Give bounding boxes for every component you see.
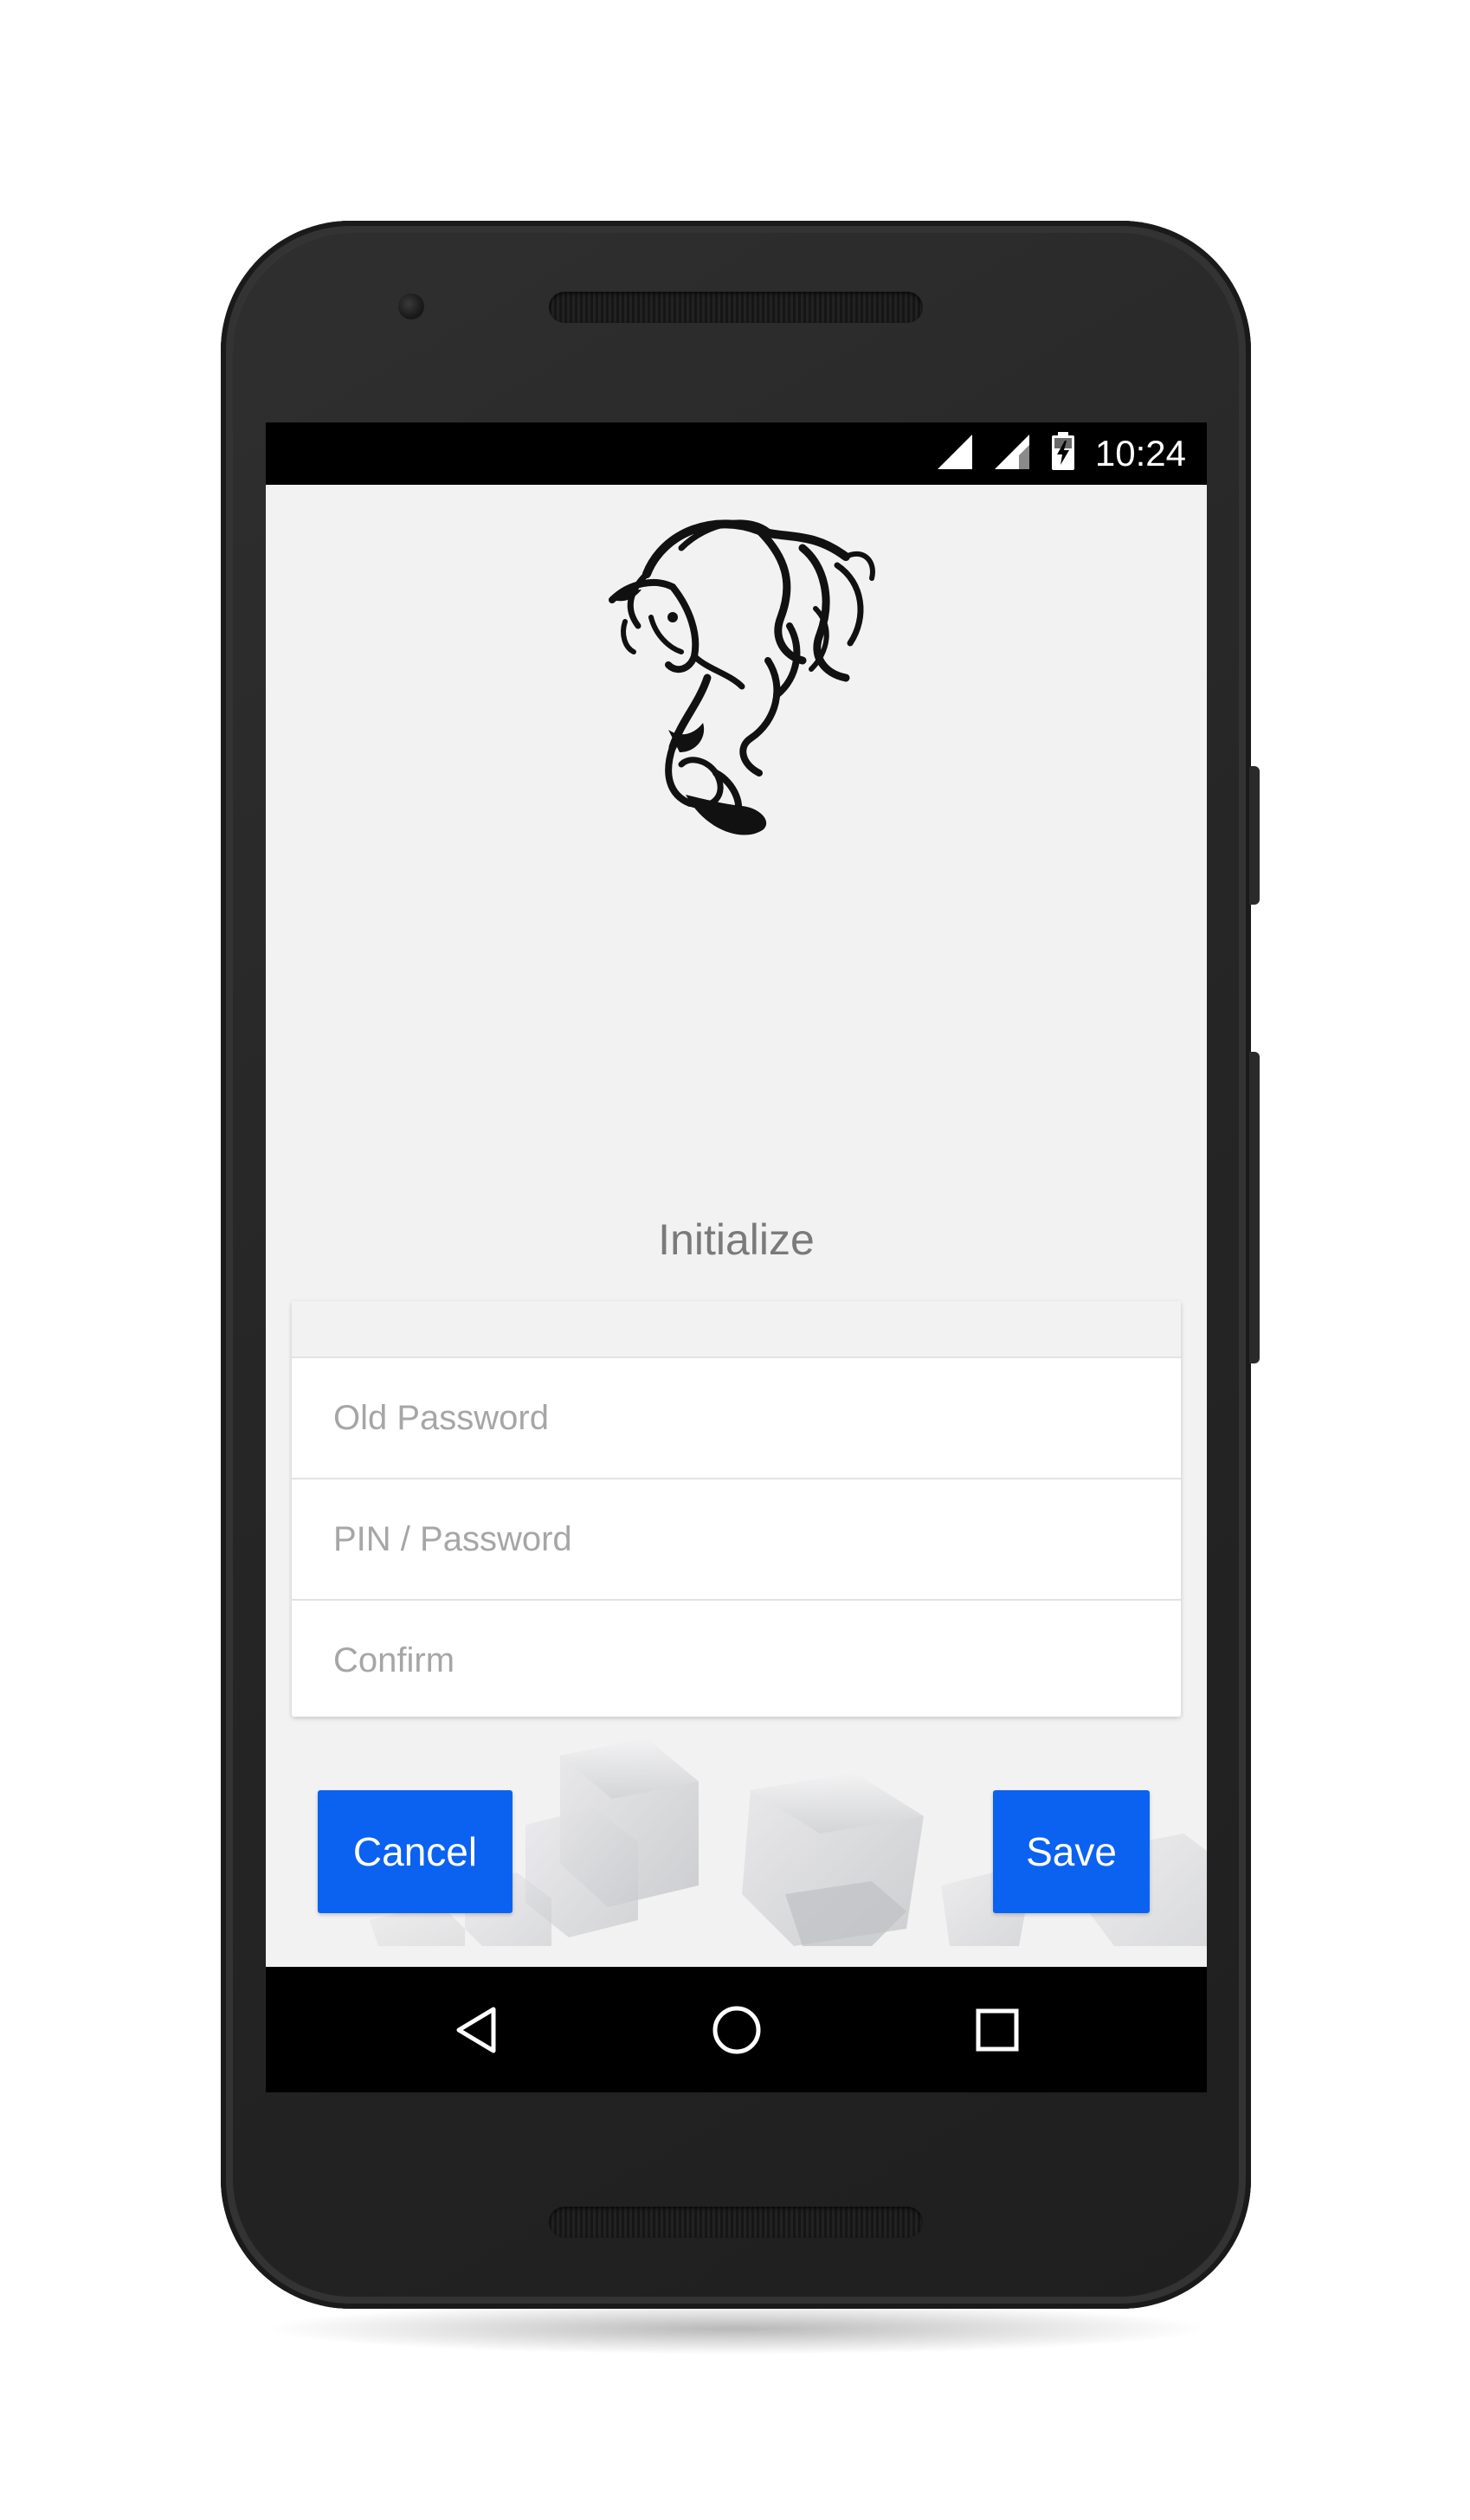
front-camera [398, 293, 424, 319]
signal-icon [936, 433, 974, 475]
pin-password-field [292, 1478, 1181, 1599]
earpiece-speaker [549, 292, 923, 323]
confirm-field [292, 1599, 1181, 1717]
password-form [292, 1301, 1181, 1717]
status-time: 10:24 [1094, 433, 1186, 474]
horse-logo [586, 496, 889, 842]
old-password-input[interactable] [292, 1358, 1181, 1478]
navigation-bar [266, 1967, 1207, 2092]
save-button[interactable]: Save [993, 1790, 1150, 1913]
bottom-speaker [549, 2207, 923, 2238]
power-button [1249, 766, 1260, 905]
battery-charging-icon [1050, 431, 1076, 476]
cancel-button[interactable]: Cancel [318, 1790, 513, 1913]
page-title: Initialize [658, 1215, 815, 1264]
old-password-field [292, 1357, 1181, 1478]
device-shadow [260, 2303, 1212, 2355]
recents-icon[interactable] [967, 2000, 1028, 2060]
app-screen: 10:24 Initialize Cancel Save [266, 422, 1207, 2092]
pin-password-input[interactable] [292, 1479, 1181, 1599]
status-bar: 10:24 [266, 422, 1207, 485]
form-header [292, 1301, 1181, 1357]
signal-icon [993, 433, 1031, 475]
home-icon[interactable] [706, 2000, 767, 2060]
back-icon[interactable] [448, 2000, 508, 2060]
status-icons: 10:24 [936, 422, 1186, 485]
volume-rocker [1249, 1052, 1260, 1363]
confirm-password-input[interactable] [292, 1601, 1181, 1717]
